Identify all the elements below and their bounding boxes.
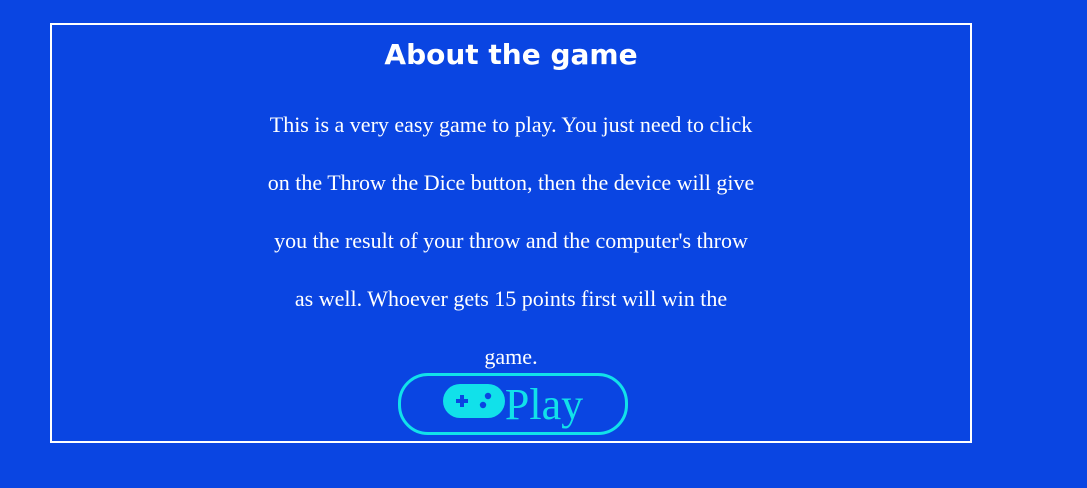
about-panel: About the game This is a very easy game … [50, 23, 972, 443]
about-title: About the game [384, 38, 638, 71]
about-description: This is a very easy game to play. You ju… [52, 96, 970, 386]
play-button[interactable]: Play [398, 373, 628, 435]
about-line: as well. Whoever gets 15 points first wi… [294, 286, 728, 311]
about-line: you the result of your throw and the com… [274, 228, 748, 253]
about-line: on the Throw the Dice button, then the d… [267, 170, 755, 195]
play-label: Play [504, 380, 584, 429]
gamepad-icon [442, 382, 505, 420]
about-line: This is a very easy game to play. You ju… [269, 112, 753, 137]
